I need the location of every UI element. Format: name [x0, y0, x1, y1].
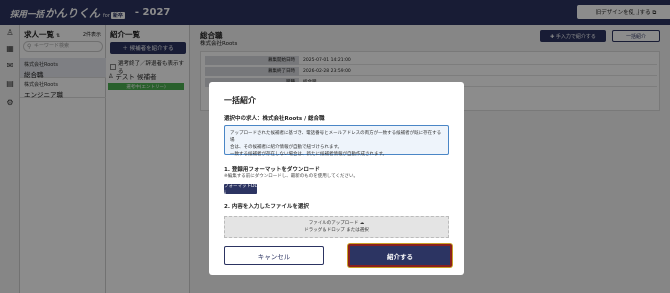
step1-note: ※編集する前にダウンロードし、最新のものを使用してください。	[224, 174, 358, 179]
info-note: アップロードされた候補者に基づき、電話番号とメールアドレスの両方が一致する候補者…	[224, 125, 449, 157]
modal-title: 一括紹介	[224, 96, 256, 105]
note-line: アップロードされた候補者に基づき、電話番号とメールアドレスの両方が一致する候補者…	[230, 131, 442, 143]
step2-title: 2. 内容を入力したファイルを選択	[224, 204, 309, 210]
bulk-intro-modal: 一括紹介 選択中の求人：株式会社Roots / 総合職 アップロードされた候補者…	[209, 82, 464, 275]
submit-intro-button[interactable]: 紹介する	[348, 244, 452, 267]
step1-title: 1. 登録用フォーマットをダウンロード	[224, 167, 320, 173]
format-download-button[interactable]: フォーマットDL ⤓	[224, 184, 257, 195]
selected-job-label: 選択中の求人：株式会社Roots / 総合職	[224, 116, 325, 122]
drop-line: ドラッグ＆ドロップ または選択	[304, 228, 369, 233]
note-line: 合は、その候補者に紹介情報が自動で紐づけられます。	[230, 145, 343, 150]
file-drop-zone[interactable]: ファイルのアップロード ☁ ドラッグ＆ドロップ または選択	[224, 216, 449, 238]
drop-line: ファイルのアップロード ☁	[308, 221, 365, 226]
cancel-button[interactable]: キャンセル	[224, 246, 324, 265]
note-line: 一致する候補者が存在しない場合は、新たに候補者情報が自動作成されます。	[230, 152, 388, 157]
